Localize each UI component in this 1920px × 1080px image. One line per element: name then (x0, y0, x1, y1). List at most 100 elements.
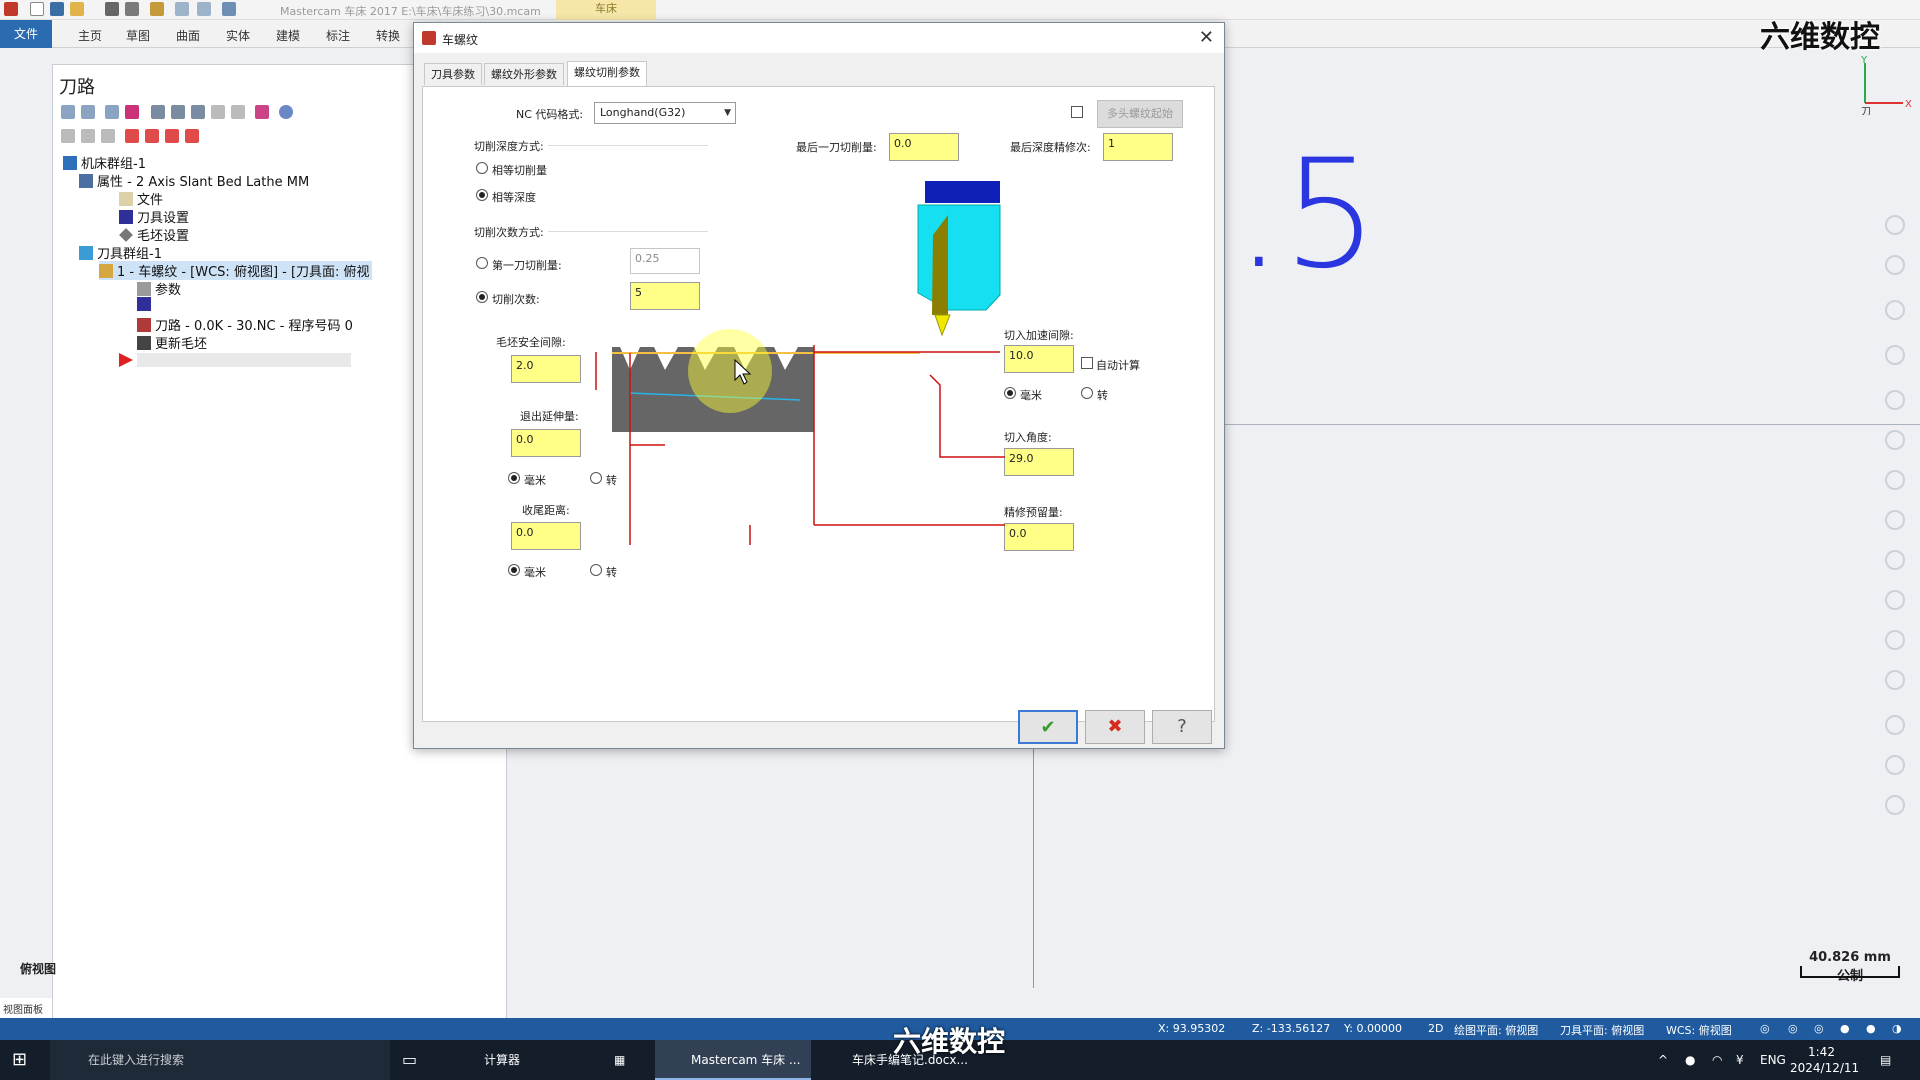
help-tool-icon[interactable] (255, 105, 269, 119)
tab-home[interactable]: 主页 (70, 25, 110, 47)
tray-chevron-icon[interactable]: ^ (1658, 1040, 1668, 1080)
tool-plane[interactable]: 刀具平面: 俯视图 (1560, 1022, 1644, 1038)
tab-annotate[interactable]: 标注 (318, 25, 358, 47)
context-tab-lathe[interactable]: 车床 (556, 0, 656, 20)
radio-exit-mm[interactable] (508, 472, 520, 484)
open-icon[interactable] (70, 2, 84, 16)
auto-compute-checkbox[interactable] (1081, 357, 1093, 369)
help-icon[interactable] (279, 105, 293, 119)
mode-2d[interactable]: 2D (1428, 1022, 1443, 1035)
radio-equal-depth[interactable] (476, 189, 488, 201)
verify-icon[interactable] (171, 105, 185, 119)
cancel-button[interactable]: ✖ (1085, 710, 1145, 744)
nc-format-select[interactable]: Longhand(G32) ▼ (594, 102, 736, 124)
circle-tool-icon[interactable] (1885, 300, 1905, 320)
tree-update-stock[interactable]: 更新毛坯 (137, 333, 207, 352)
task-view-icon[interactable]: ▭ (402, 1040, 432, 1080)
tree-stock-settings[interactable]: 毛坯设置 (119, 225, 189, 244)
tree-properties[interactable]: 属性 - 2 Axis Slant Bed Lathe MM (79, 171, 309, 190)
deselect-icon[interactable] (81, 105, 95, 119)
select-all-icon[interactable] (61, 105, 75, 119)
move-up-icon[interactable] (145, 129, 159, 143)
view-panel-tab[interactable]: 视图面板 (0, 998, 52, 1018)
ok-button[interactable]: ✔ (1018, 710, 1078, 744)
save-as-icon[interactable] (150, 2, 164, 16)
multi-start-button[interactable]: 多头螺纹起始 (1097, 100, 1183, 128)
regenerate-dirty-icon[interactable] (125, 105, 139, 119)
stock-clearance-input[interactable]: 2.0 (511, 355, 581, 383)
dimension-icon[interactable] (1885, 430, 1905, 450)
g1-icon[interactable] (211, 105, 225, 119)
pin-icon[interactable] (1885, 715, 1905, 735)
tree-tool-settings[interactable]: 刀具设置 (119, 207, 189, 226)
prohibit-icon[interactable] (1885, 795, 1905, 815)
radio-equal-area[interactable] (476, 162, 488, 174)
microphone-icon[interactable]: ● (1685, 1040, 1695, 1080)
copy-icon[interactable] (1885, 590, 1905, 610)
multi-start-checkbox[interactable] (1071, 106, 1083, 118)
undo-icon[interactable] (175, 2, 189, 16)
taskbar-search[interactable]: 在此键入进行搜索 (50, 1040, 390, 1080)
tab-model[interactable]: 建模 (268, 25, 308, 47)
runout-input[interactable]: 0.0 (511, 522, 581, 550)
tab-sketch[interactable]: 草图 (118, 25, 158, 47)
tree-machine-group[interactable]: 机床群组-1 (63, 153, 146, 172)
tab-thread-shape-params[interactable]: 螺纹外形参数 (484, 63, 564, 85)
backplot-icon[interactable] (151, 105, 165, 119)
shade-mode-icon[interactable]: ● (1840, 1022, 1850, 1035)
calculator-icon[interactable]: ▦ (614, 1040, 644, 1080)
construction-plane[interactable]: 绘图平面: 俯视图 (1454, 1022, 1538, 1038)
radio-runout-rev[interactable] (590, 564, 602, 576)
new-file-icon[interactable] (30, 2, 44, 16)
wifi-icon[interactable]: ◠ (1712, 1040, 1722, 1080)
wireframe-icon[interactable]: ◑ (1892, 1022, 1902, 1035)
help-button[interactable]: ? (1152, 710, 1212, 744)
insert-arrow-icon[interactable] (165, 129, 179, 143)
windows-start-icon[interactable]: ⊞ (12, 1040, 42, 1080)
redo-icon[interactable] (197, 2, 211, 16)
tab-file[interactable]: 文件 (0, 20, 52, 48)
tree-files[interactable]: 文件 (119, 189, 163, 208)
notification-icon[interactable]: ▤ (1880, 1040, 1891, 1080)
print-icon[interactable] (105, 2, 119, 16)
settings-icon[interactable] (1885, 390, 1905, 410)
radio-runout-mm[interactable] (508, 564, 520, 576)
move-down-icon[interactable] (125, 129, 139, 143)
display-mode-icon[interactable]: ● (1866, 1022, 1876, 1035)
input-method-icon[interactable]: ¥ (1736, 1040, 1744, 1080)
analyze-icon[interactable] (1885, 470, 1905, 490)
wcs-status[interactable]: WCS: 俯视图 (1666, 1022, 1732, 1038)
radio-num-cuts[interactable] (476, 291, 488, 303)
view-tab-top[interactable]: 俯视图 (20, 960, 56, 977)
toggle-display-icon[interactable] (81, 129, 95, 143)
accel-clearance-input[interactable]: 10.0 (1004, 345, 1074, 373)
tree-operation-thread[interactable]: 1 - 车螺纹 - [WCS: 俯视图] - [刀具面: 俯视 (99, 261, 372, 280)
radio-accel-rev[interactable] (1081, 387, 1093, 399)
tab-surfaces[interactable]: 曲面 (168, 25, 208, 47)
toggle-post-icon[interactable] (101, 129, 115, 143)
measure-icon[interactable] (1885, 255, 1905, 275)
language-indicator[interactable]: ENG (1760, 1040, 1786, 1080)
insert-arrow[interactable] (119, 353, 351, 369)
tree-tool[interactable] (137, 297, 155, 313)
print-preview-icon[interactable] (125, 2, 139, 16)
infeed-angle-input[interactable]: 29.0 (1004, 448, 1074, 476)
scroll-arrow-icon[interactable] (185, 129, 199, 143)
post-icon[interactable] (231, 105, 245, 119)
customize-icon[interactable] (222, 2, 236, 16)
simulate-icon[interactable] (191, 105, 205, 119)
last-cut-amount-input[interactable]: 0.0 (889, 133, 959, 161)
page-icon[interactable] (1885, 670, 1905, 690)
tree-toolpath-group[interactable]: 刀具群组-1 (79, 243, 162, 262)
clock-date[interactable]: 2024/12/11 (1790, 1048, 1859, 1080)
finish-stock-input[interactable]: 0.0 (1004, 523, 1074, 551)
shade-icon[interactable] (1885, 550, 1905, 570)
tree-params[interactable]: 参数 (137, 279, 181, 298)
last-depth-passes-input[interactable]: 1 (1103, 133, 1173, 161)
layer-icon[interactable] (1885, 510, 1905, 530)
exit-extension-input[interactable]: 0.0 (511, 429, 581, 457)
close-icon[interactable]: ✕ (1199, 27, 1214, 48)
globe-icon-2[interactable]: ◎ (1788, 1022, 1798, 1035)
globe-icon[interactable]: ◎ (1760, 1022, 1770, 1035)
save-icon[interactable] (50, 2, 64, 16)
